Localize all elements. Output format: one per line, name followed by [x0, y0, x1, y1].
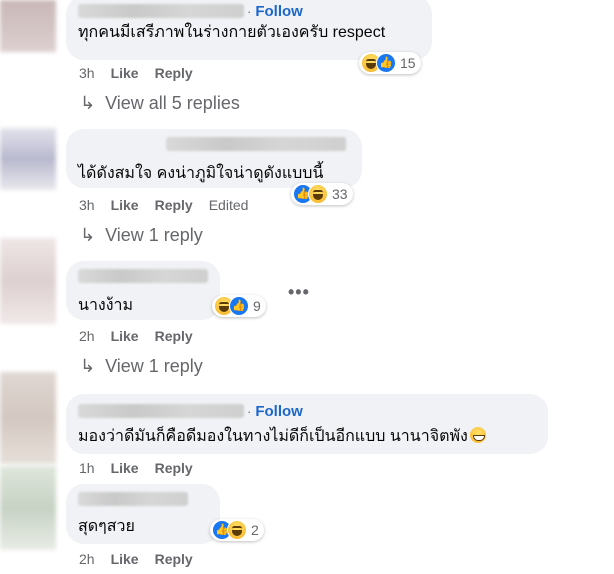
reaction-summary[interactable]: 👍 33 — [291, 183, 353, 205]
follow-button[interactable]: Follow — [255, 3, 303, 20]
reaction-summary[interactable]: 👍 15 — [359, 52, 421, 74]
comment-text: ทุกคนมีเสรีภาพในร่างกายตัวเองครับ respec… — [78, 24, 386, 41]
comment-text: สุดๆสวย — [78, 518, 135, 535]
avatar[interactable] — [0, 128, 56, 190]
comment-actions: 2h Like Reply — [79, 549, 209, 569]
comment-bubble: · Follow ทุกคนมีเสรีภาพในร่างกายตัวเองคร… — [66, 0, 432, 60]
avatar[interactable] — [0, 238, 56, 324]
comment-bubble: ได้ดังสมใจ คงน่าภูมิใจน่าดูดังแบบนี้ — [66, 129, 362, 188]
avatar[interactable] — [0, 372, 56, 464]
avatar[interactable] — [0, 466, 56, 550]
edited-label: Edited — [208, 197, 249, 213]
comment-actions: 3h Like Reply Edited — [79, 195, 264, 215]
view-replies-link[interactable]: ↳ View all 5 replies — [80, 93, 240, 114]
reaction-summary[interactable]: 👍 9 — [212, 295, 266, 317]
comment-time[interactable]: 3h — [79, 197, 95, 213]
reply-button[interactable]: Reply — [155, 328, 193, 344]
more-options-button[interactable]: ••• — [288, 282, 310, 303]
like-button[interactable]: Like — [111, 65, 139, 81]
reaction-summary[interactable]: 👍 2 — [210, 519, 264, 541]
haha-icon — [227, 520, 247, 540]
comment-text: มองว่าดีมันก็คือดีมองในทางไม่ดีก็เป็นอีก… — [78, 426, 536, 448]
view-replies-link[interactable]: ↳ View 1 reply — [80, 225, 203, 246]
comment-actions: 3h Like Reply — [79, 63, 209, 83]
comment-time[interactable]: 1h — [79, 460, 95, 476]
comment-time[interactable]: 3h — [79, 65, 95, 81]
reaction-count: 9 — [253, 298, 261, 314]
like-icon: 👍 — [376, 53, 396, 73]
reaction-count: 15 — [400, 55, 416, 71]
haha-icon — [308, 184, 328, 204]
reply-button[interactable]: Reply — [155, 460, 193, 476]
comment-text: นางง้าม — [78, 297, 134, 314]
reply-button[interactable]: Reply — [155, 197, 193, 213]
view-replies-link[interactable]: ↳ View 1 reply — [80, 356, 203, 377]
like-button[interactable]: Like — [111, 197, 139, 213]
commenter-name[interactable] — [78, 492, 188, 506]
comment-time[interactable]: 2h — [79, 328, 95, 344]
comment-actions: 1h Like Reply — [79, 458, 209, 478]
avatar[interactable] — [0, 0, 56, 52]
reply-arrow-icon: ↳ — [80, 93, 96, 113]
comment-text: ได้ดังสมใจ คงน่าภูมิใจน่าดูดังแบบนี้ — [78, 165, 324, 182]
commenter-name[interactable] — [166, 137, 346, 151]
like-button[interactable]: Like — [111, 551, 139, 567]
comment-bubble: นางง้าม — [66, 261, 220, 320]
reply-button[interactable]: Reply — [155, 551, 193, 567]
comment-bubble: · Follow มองว่าดีมันก็คือดีมองในทางไม่ดี… — [66, 394, 548, 454]
comment-bubble: สุดๆสวย — [66, 484, 220, 544]
commenter-name[interactable] — [78, 269, 208, 283]
like-button[interactable]: Like — [111, 460, 139, 476]
reply-arrow-icon: ↳ — [80, 356, 96, 376]
grinning-face-icon — [469, 427, 486, 443]
comment-actions: 2h Like Reply — [79, 326, 209, 346]
reply-button[interactable]: Reply — [155, 65, 193, 81]
like-button[interactable]: Like — [111, 328, 139, 344]
commenter-name[interactable] — [78, 4, 244, 18]
follow-button[interactable]: Follow — [255, 403, 303, 420]
reaction-count: 2 — [251, 522, 259, 538]
commenter-name[interactable] — [78, 404, 244, 418]
like-icon: 👍 — [229, 296, 249, 316]
reply-arrow-icon: ↳ — [80, 225, 96, 245]
reaction-count: 33 — [332, 186, 348, 202]
comment-time[interactable]: 2h — [79, 551, 95, 567]
